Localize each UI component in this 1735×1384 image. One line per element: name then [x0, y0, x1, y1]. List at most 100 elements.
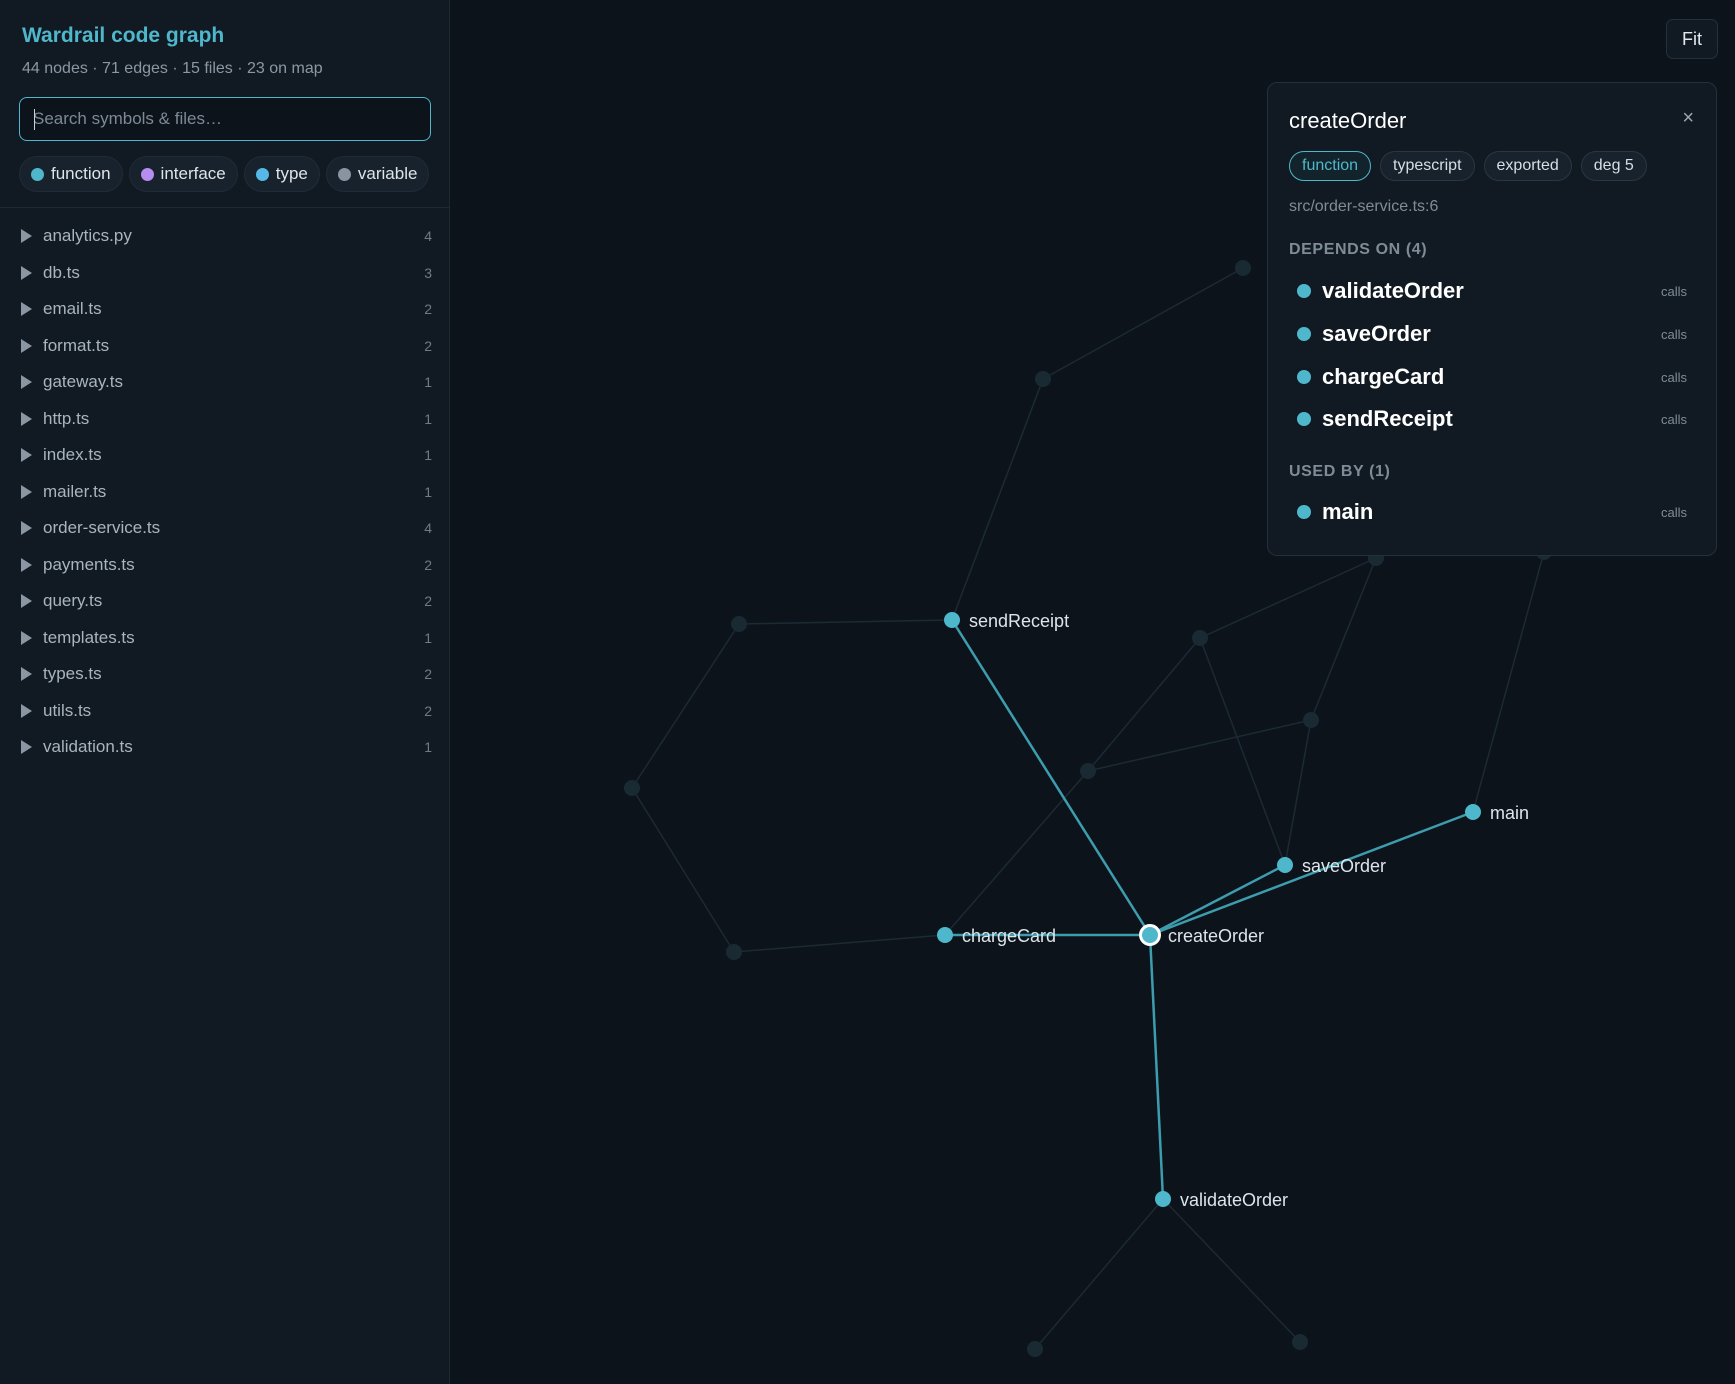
graph-edge-faded [1162, 1198, 1301, 1343]
graph-node-chargeCard[interactable] [937, 927, 953, 943]
graph-node-createOrder-selected[interactable] [1139, 924, 1161, 946]
node-label-validateOrder: validateOrder [1180, 1190, 1288, 1210]
file-tree-item[interactable]: templates.ts 1 [0, 620, 450, 657]
file-tree-item[interactable]: index.ts 1 [0, 437, 450, 474]
file-symbol-count: 2 [424, 666, 432, 683]
file-symbol-count: 2 [424, 337, 432, 354]
close-icon[interactable]: × [1682, 107, 1694, 130]
graph-node-faded[interactable] [726, 944, 742, 960]
file-tree-item[interactable]: email.ts 2 [0, 291, 450, 328]
file-tree-item[interactable]: analytics.py 4 [0, 218, 450, 255]
expand-arrow-icon[interactable] [21, 703, 32, 718]
dependency-name: saveOrder [1322, 321, 1431, 346]
file-symbol-count: 1 [424, 739, 432, 756]
graph-edge-faded [1472, 551, 1545, 813]
file-tree-item[interactable]: validation.ts 1 [0, 729, 450, 766]
file-symbol-count: 2 [424, 702, 432, 719]
relation-label: calls [1660, 283, 1687, 299]
file-tree-item[interactable]: format.ts 2 [0, 328, 450, 365]
expand-arrow-icon[interactable] [21, 521, 32, 536]
filter-chip-function[interactable]: function [19, 156, 123, 192]
fit-button[interactable]: Fit [1666, 19, 1718, 59]
expand-arrow-icon[interactable] [21, 594, 32, 609]
dependency-item[interactable]: chargeCard calls [1297, 362, 1687, 392]
graph-node-saveOrder[interactable] [1277, 857, 1293, 873]
dependency-item[interactable]: validateOrder calls [1297, 276, 1687, 306]
expand-arrow-icon[interactable] [21, 448, 32, 463]
graph-node-faded[interactable] [1235, 260, 1251, 276]
graph-node-faded[interactable] [1303, 712, 1319, 728]
file-name: db.ts [43, 262, 80, 282]
file-tree-item[interactable]: types.ts 2 [0, 656, 450, 693]
expand-arrow-icon[interactable] [21, 411, 32, 426]
graph-node-faded[interactable] [731, 616, 747, 632]
used-by-heading: USED BY (1) [1289, 463, 1391, 480]
file-tree-item[interactable]: order-service.ts 4 [0, 510, 450, 547]
file-name: index.ts [43, 445, 102, 465]
graph-edge-faded [1199, 557, 1377, 639]
file-tree-item[interactable]: http.ts 1 [0, 401, 450, 438]
dependency-name: validateOrder [1322, 278, 1464, 303]
filter-label: variable [357, 164, 418, 183]
graph-node-validateOrder[interactable] [1155, 1191, 1171, 1207]
graph-stats: 44 nodes · 71 edges · 15 files · 23 on m… [22, 60, 323, 77]
node-detail-panel: createOrder × function typescript export… [1267, 82, 1717, 556]
expand-arrow-icon[interactable] [21, 740, 32, 755]
graph-node-main[interactable] [1465, 804, 1481, 820]
file-symbol-count: 2 [424, 556, 432, 573]
expand-arrow-icon[interactable] [21, 265, 32, 280]
filter-label: function [51, 164, 111, 183]
search-box[interactable] [19, 97, 431, 141]
graph-node-faded[interactable] [1192, 630, 1208, 646]
file-tree-item[interactable]: utils.ts 2 [0, 693, 450, 730]
graph-edge-faded [631, 787, 735, 953]
file-name: http.ts [43, 408, 90, 428]
file-symbol-count: 1 [424, 483, 432, 500]
relation-label: calls [1660, 326, 1687, 342]
file-tree-item[interactable]: payments.ts 2 [0, 547, 450, 584]
sidebar-divider [0, 207, 450, 208]
expand-arrow-icon[interactable] [21, 630, 32, 645]
file-name: format.ts [43, 335, 110, 355]
expand-arrow-icon[interactable] [21, 484, 32, 499]
graph-node-faded[interactable] [624, 780, 640, 796]
expand-arrow-icon[interactable] [21, 667, 32, 682]
function-color-dot [1297, 284, 1311, 298]
graph-node-faded[interactable] [1080, 763, 1096, 779]
file-tree-item[interactable]: db.ts 3 [0, 255, 450, 292]
relation-label: calls [1660, 504, 1687, 520]
expand-arrow-icon[interactable] [21, 302, 32, 317]
dependency-item[interactable]: saveOrder calls [1297, 319, 1687, 349]
expand-arrow-icon[interactable] [21, 557, 32, 572]
graph-edge-faded [1042, 267, 1244, 380]
filter-chip-type[interactable]: type [243, 156, 320, 192]
file-name: templates.ts [43, 627, 135, 647]
app-title: Wardrail code graph [22, 24, 225, 47]
graph-node-faded[interactable] [1292, 1334, 1308, 1350]
expand-arrow-icon[interactable] [21, 338, 32, 353]
interface-color-dot [140, 167, 154, 181]
expand-arrow-icon[interactable] [21, 229, 32, 244]
function-color-dot [1297, 412, 1311, 426]
usedby-item[interactable]: main calls [1297, 497, 1687, 527]
file-tree-item[interactable]: gateway.ts 1 [0, 364, 450, 401]
kind-filters: function interface type variable [19, 156, 430, 192]
graph-node-faded[interactable] [1035, 371, 1051, 387]
filter-chip-interface[interactable]: interface [128, 156, 238, 192]
search-input[interactable] [20, 98, 430, 140]
node-source-path[interactable]: src/order-service.ts:6 [1289, 198, 1438, 216]
tag-degree: deg 5 [1580, 151, 1647, 181]
filter-chip-variable[interactable]: variable [325, 156, 430, 192]
graph-node-sendReceipt[interactable] [944, 612, 960, 628]
expand-arrow-icon[interactable] [21, 375, 32, 390]
sidebar: Wardrail code graph 44 nodes · 71 edges … [0, 0, 450, 1384]
file-tree-item[interactable]: query.ts 2 [0, 583, 450, 620]
file-symbol-count: 1 [424, 447, 432, 464]
graph-edge-faded [733, 934, 946, 953]
graph-node-faded[interactable] [1027, 1341, 1043, 1357]
file-name: analytics.py [43, 226, 132, 246]
file-tree-item[interactable]: mailer.ts 1 [0, 474, 450, 511]
file-symbol-count: 4 [424, 520, 432, 537]
graph-edge-validateOrder [1148, 934, 1165, 1200]
dependency-item[interactable]: sendReceipt calls [1297, 404, 1687, 434]
